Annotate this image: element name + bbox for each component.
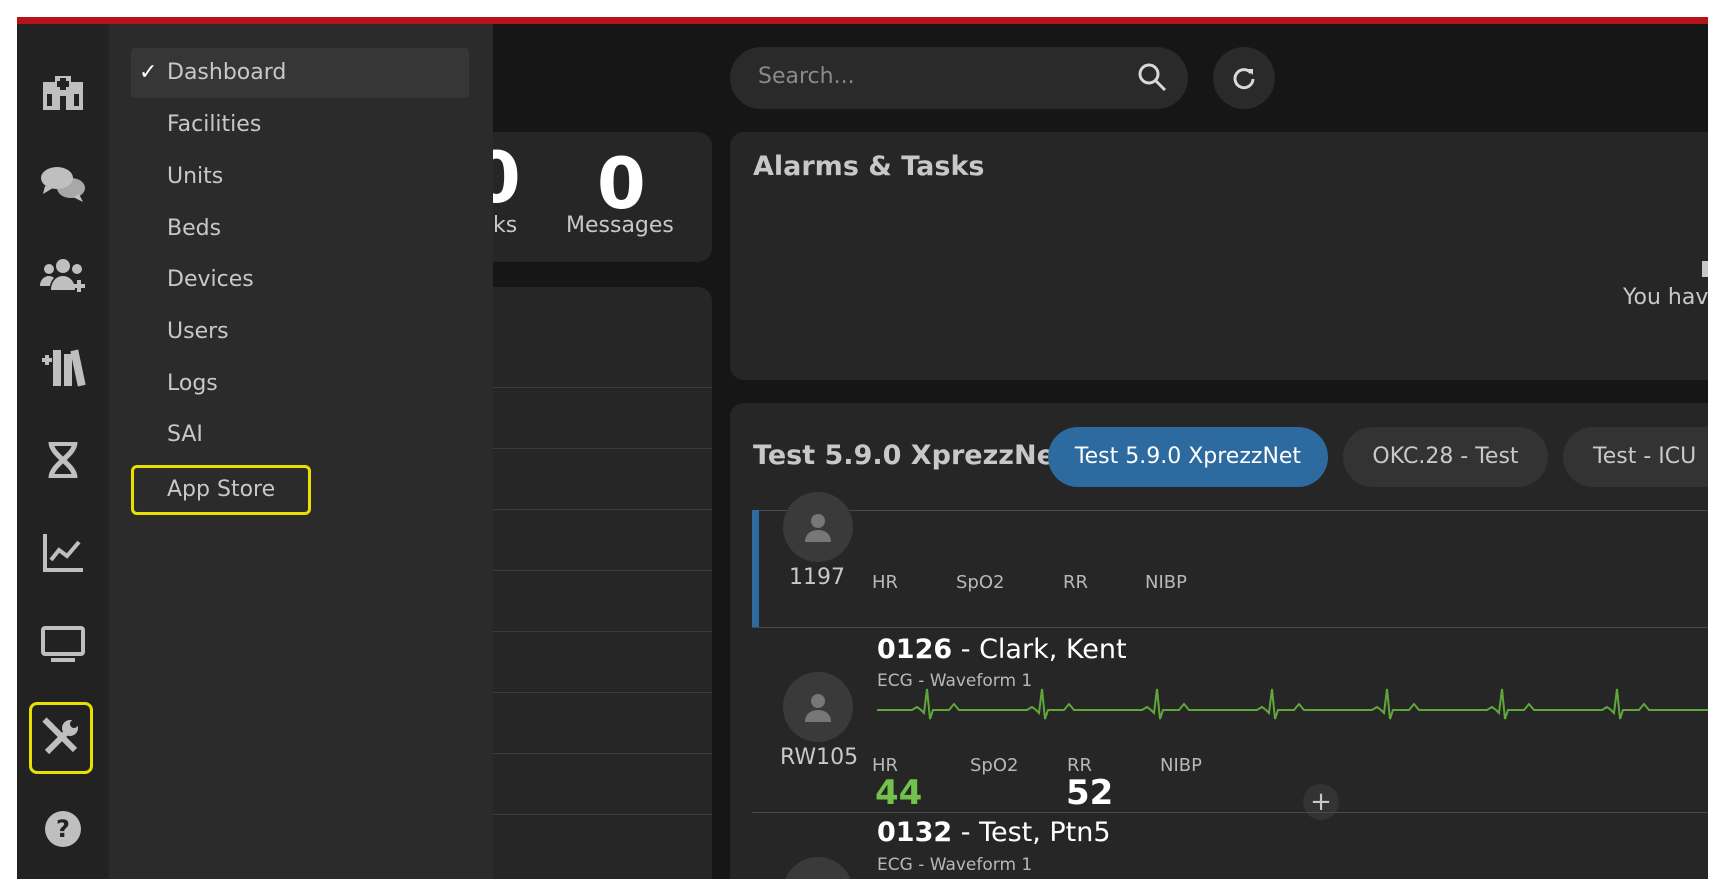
alarms-empty-text: You hav: [1623, 285, 1708, 310]
patient-id: 0132: [877, 817, 953, 848]
menu-item-label: Facilities: [167, 112, 262, 137]
menu-item-label: SAI: [167, 422, 203, 447]
users-add-icon[interactable]: [35, 248, 91, 304]
vital-label-rr: RR: [1063, 572, 1089, 593]
tasks-label: ks: [493, 213, 518, 238]
vital-label-hr: HR: [872, 572, 899, 593]
chart-line-icon[interactable]: [35, 524, 91, 580]
library-icon[interactable]: [35, 340, 91, 396]
refresh-icon: [1233, 68, 1255, 90]
patient-name-text: - Test, Ptn5: [952, 817, 1111, 848]
check-icon: ✓: [139, 60, 158, 85]
menu-item-label: Users: [167, 319, 229, 344]
messages-label: Messages: [566, 213, 674, 238]
app-window: ? ✓ Dashboard Facilities Units Beds Devi…: [17, 17, 1708, 879]
tab-test-590-xprezznet[interactable]: Test 5.9.0 XprezzNet: [1048, 427, 1328, 487]
bed-id: 1197: [789, 565, 845, 590]
list-divider: [493, 692, 712, 693]
row-divider: [752, 627, 1708, 628]
row-divider: [752, 510, 1708, 511]
help-icon[interactable]: ?: [35, 801, 91, 857]
menu-item-label: Units: [167, 164, 224, 189]
tab-test-icu[interactable]: Test - ICU: [1563, 427, 1708, 487]
top-accent-bar: [17, 17, 1708, 24]
list-divider: [493, 753, 712, 754]
menu-item-logs-top[interactable]: Logs: [131, 359, 469, 409]
ecg-waveform: [877, 688, 1708, 720]
list-card: [493, 287, 712, 879]
list-divider: [493, 570, 712, 571]
dna-icon[interactable]: [35, 432, 91, 488]
menu-item-label: App Store: [167, 477, 276, 502]
unit-title: Test 5.9.0 XprezzNet: [753, 440, 1068, 471]
svg-text:?: ?: [56, 815, 70, 843]
search-bar[interactable]: Search...: [730, 47, 1188, 109]
search-input[interactable]: Search...: [758, 64, 855, 89]
hospital-icon[interactable]: [35, 64, 91, 120]
menu-item-label: Beds: [167, 216, 222, 241]
rr-value: 52: [1066, 773, 1114, 813]
patient-name-text: - Clark, Kent: [952, 634, 1127, 665]
patient-name[interactable]: 0132 - Test, Ptn5: [877, 817, 1111, 848]
menu-item-users-top[interactable]: Users: [131, 307, 469, 357]
selected-row-indicator: [752, 510, 759, 627]
tab-okc28-test[interactable]: OKC.28 - Test: [1343, 427, 1548, 487]
list-divider: [493, 631, 712, 632]
list-divider: [493, 387, 712, 388]
menu-item-beds-top[interactable]: Beds: [131, 204, 469, 254]
tools-icon[interactable]: [29, 702, 93, 774]
waveform-label: ECG - Waveform 1: [877, 855, 1033, 875]
menu-layer: ✓ Dashboard Facilities Units Beds Device…: [109, 24, 493, 879]
chat-icon[interactable]: [35, 156, 91, 212]
avatar: [783, 492, 853, 562]
vital-label-spo2: SpO2: [956, 572, 1005, 593]
menu-item-units-top[interactable]: Units: [131, 152, 469, 202]
bed-id: RW105: [780, 745, 859, 770]
add-vital-button[interactable]: +: [1303, 784, 1339, 820]
search-icon[interactable]: [1136, 61, 1168, 93]
menu-item-dashboard-top[interactable]: ✓ Dashboard: [131, 48, 469, 98]
vital-label-spo2: SpO2: [970, 755, 1019, 776]
list-divider: [493, 448, 712, 449]
menu-item-sai-top[interactable]: SAI: [131, 410, 469, 460]
menu-item-devices-top[interactable]: Devices: [131, 255, 469, 305]
hr-value: 44: [875, 773, 923, 813]
icon-sidebar: ?: [17, 24, 109, 879]
menu-item-label: Logs: [167, 371, 218, 396]
menu-item-app-store-top[interactable]: App Store: [131, 465, 311, 515]
refresh-button[interactable]: [1213, 47, 1275, 109]
monitor-icon[interactable]: [35, 616, 91, 672]
patient-name[interactable]: 0126 - Clark, Kent: [877, 634, 1127, 665]
menu-item-label: Devices: [167, 267, 254, 292]
list-divider: [493, 509, 712, 510]
empty-state-icon: [1702, 261, 1708, 277]
row-divider: [752, 812, 1708, 813]
patient-id: 0126: [877, 634, 953, 665]
vital-label-nibp: NIBP: [1160, 755, 1202, 776]
avatar: [783, 672, 853, 742]
vital-label-nibp: NIBP: [1145, 572, 1187, 593]
alarms-title: Alarms & Tasks: [753, 151, 985, 182]
menu-item-facilities-top[interactable]: Facilities: [131, 100, 469, 150]
menu-item-label: Dashboard: [167, 60, 287, 85]
list-divider: [493, 814, 712, 815]
